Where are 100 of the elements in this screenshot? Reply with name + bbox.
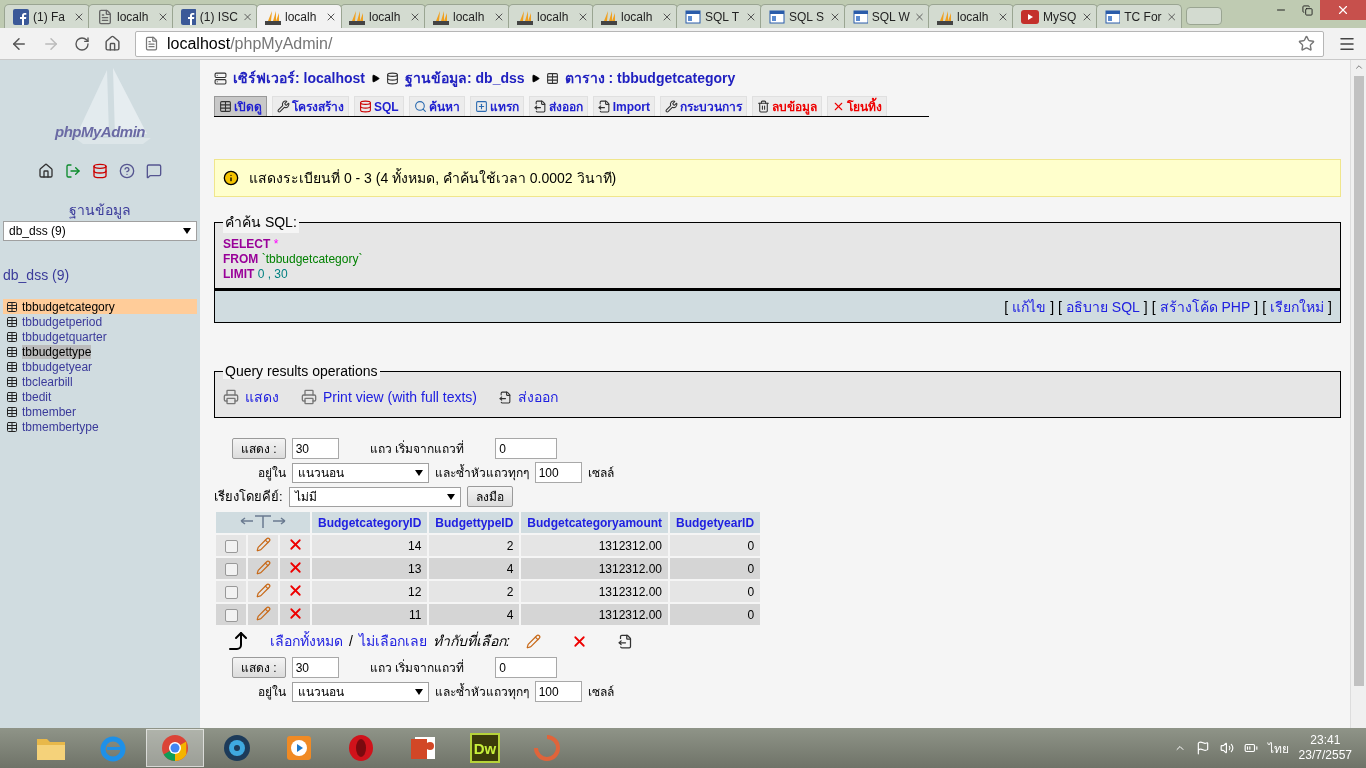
table-list-item[interactable]: tbedit (3, 389, 197, 404)
tab[interactable]: ส่งออก (528, 96, 588, 116)
browser-tab[interactable]: TC For (1096, 4, 1182, 28)
table-list-item[interactable]: tbbudgetyear (3, 359, 197, 374)
browser-tab[interactable]: (1) ISC (172, 4, 258, 28)
show-button[interactable]: แสดง : (232, 438, 286, 459)
tab[interactable]: โยนทิ้ง (827, 96, 887, 116)
database-select[interactable]: db_dss (9) (3, 221, 197, 241)
tab[interactable]: เปิดดู (214, 96, 267, 116)
column-header[interactable]: BudgettypeID (429, 512, 520, 533)
query-link[interactable]: สร้างโค้ด PHP (1159, 295, 1251, 318)
volume-icon[interactable] (1219, 741, 1234, 755)
table-list-item[interactable]: tbclearbill (3, 374, 197, 389)
logo-text: phpMyAdmin (55, 123, 145, 140)
browser-tab[interactable]: localh (88, 4, 174, 28)
browser-tab[interactable]: SQL W (844, 4, 930, 28)
edit-icon[interactable] (255, 605, 271, 621)
edit-icon[interactable] (255, 582, 271, 598)
taskbar-app[interactable] (146, 729, 204, 767)
browser-tab[interactable]: localh (340, 4, 426, 28)
operation-link[interactable]: ส่งออก (499, 386, 559, 408)
mode-select[interactable]: แนวนอน (291, 681, 429, 702)
rows-input[interactable]: 30 (291, 657, 339, 678)
select-all-link[interactable]: เลือกทั้งหมด (270, 630, 343, 652)
sql-icon[interactable] (92, 163, 108, 179)
browser-tab[interactable]: localh (508, 4, 594, 28)
arrow-icon (530, 73, 540, 83)
browser-tab[interactable]: localh (424, 4, 510, 28)
repeat-label: และซ้ำหัวแถวทุกๆ (434, 463, 529, 482)
taskbar-app[interactable]: Dw (456, 729, 514, 767)
tab[interactable]: โครงสร้าง (272, 96, 349, 116)
sort-select[interactable]: ไม่มี (288, 486, 461, 507)
breadcrumb-link[interactable]: เซิร์ฟเวอร์: localhost (233, 67, 365, 89)
table-list-item[interactable]: tbbudgetquarter (3, 329, 197, 344)
query-link[interactable]: อธิบาย SQL (1065, 295, 1140, 318)
edit-icon[interactable] (255, 536, 271, 552)
repeat-input[interactable]: 100 (534, 681, 582, 702)
operation-link[interactable]: แสดง (223, 386, 279, 408)
query-link[interactable]: แก้ไข (1012, 295, 1047, 318)
close-icon[interactable] (1165, 10, 1177, 23)
browser-tab[interactable]: SQL S (760, 4, 846, 28)
table-list-item[interactable]: tbbudgetperiod (3, 314, 197, 329)
browser-tab[interactable]: localh (592, 4, 678, 28)
table-list-item[interactable]: tbbudgettype (3, 344, 197, 359)
row-checkbox[interactable] (224, 585, 238, 599)
tab[interactable]: กระบวนการ (660, 96, 747, 116)
start-input[interactable]: 0 (495, 657, 558, 678)
breadcrumb-link[interactable]: ฐานข้อมูล: db_dss (405, 67, 525, 89)
edit-icon[interactable] (255, 559, 271, 575)
language-indicator[interactable]: ไทย (1267, 738, 1289, 758)
home-icon[interactable] (104, 35, 121, 52)
notice-text: แสดงระเบียนที่ 0 - 3 (4 ทั้งหมด, คำค้นใช้เวลา 0.0002 วินาที) (249, 167, 617, 188)
row-checkbox[interactable] (224, 562, 238, 576)
exit-icon[interactable] (65, 163, 81, 179)
go-button[interactable]: ลงมือ (466, 486, 513, 507)
column-header[interactable]: BudgetcategoryID (312, 512, 428, 533)
browser-tab[interactable]: localh (256, 4, 342, 28)
docs-icon[interactable] (146, 163, 162, 179)
query-link[interactable]: เรียกใหม่ (1270, 295, 1325, 318)
column-header[interactable]: BudgetyearID (670, 512, 761, 533)
bracket: [ (1004, 298, 1009, 315)
help-icon[interactable] (119, 163, 135, 179)
scroll-up-icon[interactable] (1353, 62, 1364, 72)
operation-link[interactable]: Print view (with full texts) (301, 389, 478, 405)
tab[interactable]: แทรก (469, 96, 524, 116)
tab[interactable]: ค้นหา (408, 96, 465, 116)
reload-icon[interactable] (74, 35, 90, 52)
browser-tab[interactable]: SQL T (676, 4, 762, 28)
table-list-item[interactable]: tbmember (3, 404, 197, 419)
select-none-link[interactable]: ไม่เลือกเลย (358, 630, 427, 652)
tab[interactable]: SQL (354, 96, 404, 116)
scroll-thumb[interactable] (1353, 76, 1364, 686)
table-list-item[interactable]: tbmembertype (3, 419, 197, 434)
start-input[interactable]: 0 (495, 438, 558, 459)
tab[interactable]: Import (592, 96, 655, 116)
battery-icon[interactable] (1243, 741, 1258, 755)
printer-icon (301, 389, 317, 405)
flag-icon[interactable] (1195, 741, 1210, 755)
browser-tab[interactable]: (1) Fa (4, 4, 90, 28)
row-checkbox[interactable] (224, 539, 238, 553)
rows-input[interactable]: 30 (291, 438, 339, 459)
edit-icon[interactable] (525, 633, 541, 649)
browser-tab[interactable]: MySQ (1012, 4, 1098, 28)
repeat-input[interactable]: 100 (534, 462, 582, 483)
export-icon[interactable] (617, 633, 633, 649)
bookmark-star-icon[interactable] (1298, 35, 1315, 52)
home-icon[interactable] (38, 163, 54, 179)
breadcrumb-link[interactable]: ตาราง : tbbudgetcategory (564, 67, 736, 89)
row-checkbox[interactable] (224, 608, 238, 622)
address-bar[interactable]: localhost/phpMyAdmin/ (135, 30, 1324, 57)
show-button[interactable]: แสดง : (232, 657, 286, 678)
mode-select[interactable]: แนวนอน (291, 462, 429, 483)
tab[interactable]: ลบข้อมูล (752, 96, 822, 116)
column-header[interactable]: Budgetcategoryamount (521, 512, 669, 533)
close-button[interactable] (1320, 0, 1366, 20)
database-heading[interactable]: db_dss (9) (3, 267, 197, 283)
table-list-item[interactable]: tbbudgetcategory (3, 299, 197, 314)
table-cell: 14 (312, 535, 428, 556)
clock[interactable]: 23:41 23/7/2557 (1298, 733, 1352, 763)
browser-tab[interactable]: localh (928, 4, 1014, 28)
